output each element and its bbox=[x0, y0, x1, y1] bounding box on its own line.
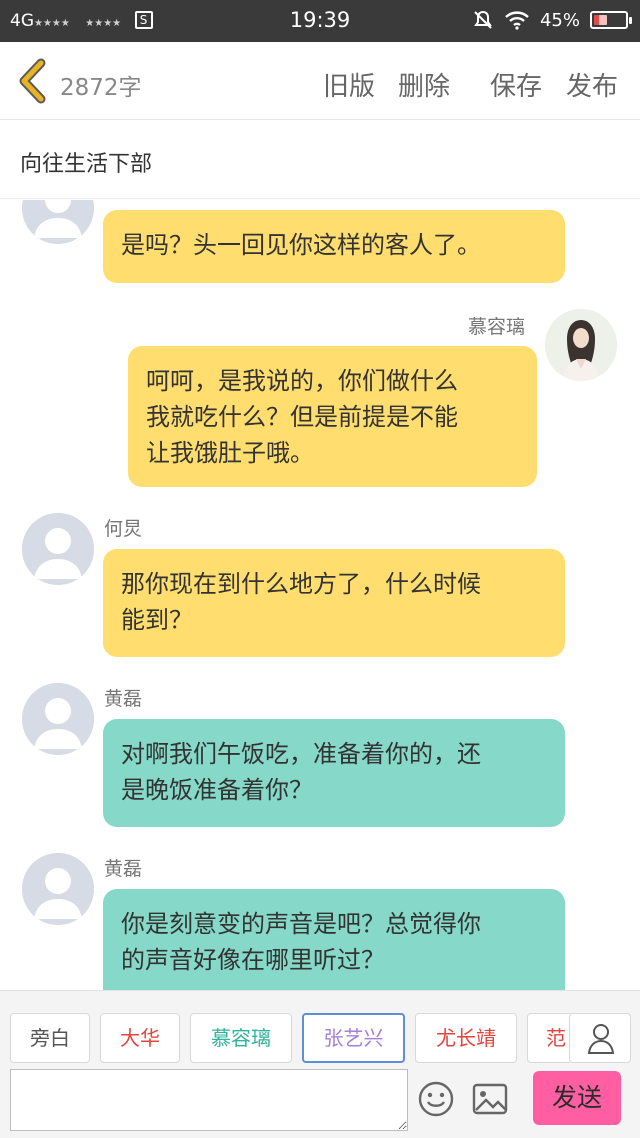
message-input[interactable] bbox=[10, 1069, 408, 1131]
add-role-button[interactable] bbox=[569, 1013, 631, 1063]
character-portrait-icon bbox=[545, 309, 617, 381]
role-selector[interactable]: 旁白 大华 慕容璃 张艺兴 尤长靖 范 bbox=[10, 1013, 570, 1063]
message-line: 能到？ bbox=[121, 606, 193, 634]
role-chip[interactable]: 慕容璃 bbox=[190, 1013, 292, 1063]
avatar-default[interactable] bbox=[22, 513, 94, 585]
message-line: 是晚饭准备着你？ bbox=[121, 776, 313, 804]
message-line: 对啊我们午饭吃，准备着你的，还 bbox=[121, 740, 481, 768]
default-user-icon bbox=[22, 513, 94, 585]
default-user-icon bbox=[22, 683, 94, 755]
battery-icon bbox=[590, 11, 632, 29]
message-line: 让我饿肚子哦。 bbox=[146, 439, 314, 467]
default-user-icon bbox=[22, 200, 94, 244]
image-icon[interactable] bbox=[470, 1079, 510, 1119]
role-chip-selected[interactable]: 张艺兴 bbox=[302, 1013, 405, 1063]
old-version-button[interactable]: 旧版 bbox=[323, 66, 375, 103]
avatar-default[interactable] bbox=[22, 200, 94, 244]
role-chip[interactable]: 范 bbox=[527, 1013, 570, 1063]
battery-percent: 45% bbox=[539, 9, 580, 31]
speaker-name: 黄磊 bbox=[104, 688, 143, 710]
mute-bell-icon bbox=[474, 10, 492, 29]
avatar-default[interactable] bbox=[22, 853, 94, 925]
speaker-name: 慕容璃 bbox=[468, 316, 526, 338]
message-line: 我就吃什么？但是前提是不能 bbox=[146, 403, 458, 431]
story-title-bar[interactable]: 向往生活下部 bbox=[0, 121, 640, 199]
message-bubble[interactable]: 对啊我们午饭吃，准备着你的，还 是晚饭准备着你？ bbox=[103, 719, 565, 827]
person-icon bbox=[587, 1024, 615, 1054]
default-user-icon bbox=[22, 853, 94, 925]
wifi-icon bbox=[505, 11, 529, 30]
delete-button[interactable]: 删除 bbox=[398, 66, 450, 103]
avatar-murongli[interactable] bbox=[545, 309, 617, 381]
battery-fill bbox=[594, 15, 608, 25]
role-chip[interactable]: 大华 bbox=[100, 1013, 180, 1063]
message-bubble[interactable]: 呵呵，是我说的，你们做什么 我就吃什么？但是前提是不能 让我饿肚子哦。 bbox=[128, 346, 537, 487]
message-line: 呵呵，是我说的，你们做什么 bbox=[146, 367, 458, 395]
message-bubble[interactable]: 你是刻意变的声音是吧？总觉得你 的声音好像在哪里听过？ bbox=[103, 889, 565, 990]
message-line: 那你现在到什么地方了，什么时候 bbox=[121, 570, 481, 598]
publish-button[interactable]: 发布 bbox=[566, 66, 618, 103]
word-count: 2872字 bbox=[60, 75, 142, 101]
status-icons: 45% bbox=[472, 9, 632, 31]
message-bubble[interactable]: 是吗？头一回见你这样的客人了。 bbox=[103, 210, 565, 283]
avatar-default[interactable] bbox=[22, 683, 94, 755]
message-bubble[interactable]: 那你现在到什么地方了，什么时候 能到？ bbox=[103, 549, 565, 657]
save-button[interactable]: 保存 bbox=[490, 66, 542, 103]
role-chip[interactable]: 尤长靖 bbox=[415, 1013, 517, 1063]
story-title: 向往生活下部 bbox=[20, 152, 153, 177]
chat-area[interactable]: 是吗？头一回见你这样的客人了。 慕容璃 呵呵，是我说的，你们做什么 我就吃什么？… bbox=[0, 200, 640, 990]
speaker-name: 何炅 bbox=[104, 518, 143, 540]
back-arrow-icon[interactable] bbox=[14, 58, 50, 104]
speaker-name: 黄磊 bbox=[104, 858, 143, 880]
status-bar: 4G★★★★ ★★★★ S 19:39 45% bbox=[0, 0, 640, 42]
editor-header: 2872字 旧版 删除 保存 发布 bbox=[0, 42, 640, 120]
message-line: 的声音好像在哪里听过？ bbox=[121, 946, 385, 974]
send-button[interactable]: 发送 bbox=[533, 1071, 621, 1125]
message-line: 你是刻意变的声音是吧？总觉得你 bbox=[121, 910, 481, 938]
compose-toolbar: 旁白 大华 慕容璃 张艺兴 尤长靖 范 发送 bbox=[0, 990, 640, 1138]
emoji-icon[interactable] bbox=[416, 1079, 456, 1119]
role-chip[interactable]: 旁白 bbox=[10, 1013, 90, 1063]
message-line: 是吗？头一回见你这样的客人了。 bbox=[121, 231, 481, 259]
